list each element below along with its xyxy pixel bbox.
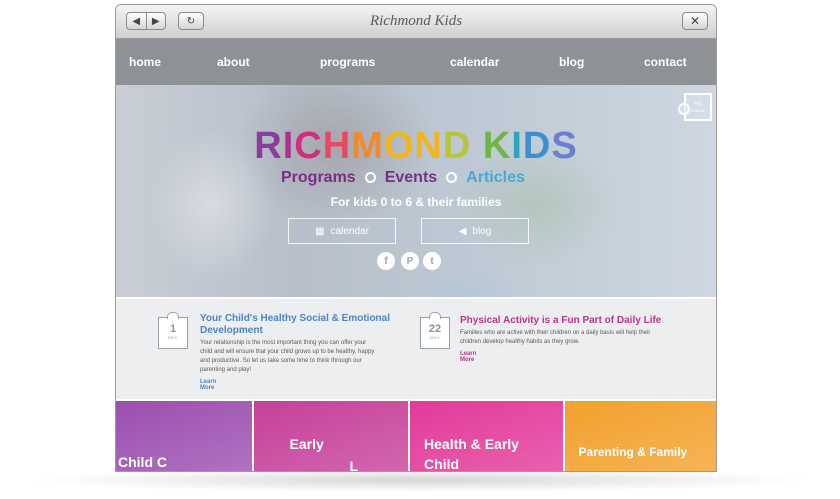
hero-tagline: For kids 0 to 6 & their families — [330, 195, 502, 209]
date-month: NOV — [429, 335, 441, 340]
date-day: 1 — [169, 323, 177, 335]
blog-button[interactable]: ◀ blog — [421, 218, 529, 244]
title-letter: D — [442, 125, 472, 167]
tile-parenting-family[interactable]: Parenting & Family — [562, 401, 716, 471]
articles-link[interactable]: Articles — [466, 169, 525, 186]
tile-label: Child C — [118, 454, 167, 470]
title-letter: O — [383, 125, 415, 167]
tile-label: Parenting & Family — [578, 445, 688, 459]
title-letter — [471, 125, 483, 168]
title-letter: C — [294, 125, 323, 167]
calendar-tab — [429, 312, 441, 319]
tile-early-learning[interactable]: Early L — [251, 401, 409, 471]
title-letter: H — [322, 125, 352, 167]
calendar-button[interactable]: ▦ calendar — [288, 218, 396, 244]
hero-title: RICHMOND KIDS — [116, 125, 716, 168]
nav-calendar[interactable]: calendar — [450, 55, 499, 69]
twitter-icon[interactable]: t — [423, 252, 441, 270]
bullet-icon — [364, 172, 376, 184]
facebook-icon[interactable]: f — [377, 252, 395, 270]
title-letter: R — [254, 125, 283, 167]
top-navigation: home about programs calendar blog contac… — [116, 39, 716, 85]
browser-window: ◀ ▶ ↻ Richmond Kids ✕ home about program… — [115, 4, 717, 472]
nav-home[interactable]: home — [129, 55, 161, 69]
puzzle-knob — [678, 103, 690, 115]
programs-link[interactable]: Programs — [281, 169, 356, 186]
news-text: Families who are active with their child… — [460, 330, 651, 345]
title-letter: M — [351, 125, 384, 167]
window-title: Richmond Kids — [369, 13, 463, 29]
calendar-tab — [167, 312, 179, 319]
events-link[interactable]: Events — [385, 169, 437, 186]
news-text: Your relationship is the most important … — [200, 340, 375, 373]
language-en-label: Chinese — [690, 108, 706, 113]
nav-programs[interactable]: programs — [320, 55, 375, 69]
news-title[interactable]: Your Child's Healthy Social & Emotional … — [200, 313, 390, 337]
news-title[interactable]: Physical Activity is a Fun Part of Daily… — [460, 315, 690, 327]
calendar-button-label: calendar — [330, 225, 369, 237]
hero-banner: RICHMOND KIDS Programs Events Articles For… — [116, 85, 716, 297]
date-badge: 1 DEC — [158, 312, 188, 349]
megaphone-icon: ◀ — [458, 225, 467, 237]
title-letter: S — [551, 125, 578, 167]
tile-child-care[interactable]: Child C — [116, 401, 252, 471]
language-toggle[interactable]: 中文 Chinese — [678, 93, 712, 121]
learn-more-link[interactable]: Learn More — [460, 351, 476, 363]
hero-subtitle: Programs Events Articles — [281, 169, 525, 187]
tile-label: Health & Early — [424, 436, 519, 452]
tile-label-2: L — [349, 458, 359, 471]
news-section: 1 DEC Your Child's Healthy Social & Emot… — [116, 297, 716, 399]
calendar-icon: ▦ — [315, 225, 325, 237]
date-day: 22 — [428, 323, 442, 335]
nav-blog[interactable]: blog — [559, 55, 584, 69]
nav-contact[interactable]: contact — [644, 55, 687, 69]
title-letter: I — [511, 125, 523, 167]
close-icon[interactable]: ✕ — [682, 12, 708, 30]
learn-more-link[interactable]: Learn More — [200, 379, 216, 391]
bullet-icon — [446, 172, 458, 184]
title-letter: D — [522, 125, 552, 167]
tile-label: Early — [289, 436, 324, 452]
program-tiles: Child C Early L Health & Early Child Par… — [116, 401, 716, 471]
title-letter: K — [482, 125, 512, 167]
pinterest-icon[interactable]: P — [401, 252, 419, 270]
language-zh-label: 中文 — [694, 101, 702, 106]
date-month: DEC — [168, 335, 178, 340]
nav-about[interactable]: about — [217, 55, 250, 69]
title-letter: N — [414, 125, 443, 167]
tile-health[interactable]: Health & Early Child — [408, 401, 563, 471]
title-bar: ◀ ▶ ↻ Richmond Kids ✕ — [116, 5, 716, 39]
tile-label-2: Child — [424, 456, 460, 471]
date-badge: 22 NOV — [420, 312, 450, 349]
title-letter: I — [282, 125, 295, 167]
blog-button-label: blog — [472, 225, 492, 237]
